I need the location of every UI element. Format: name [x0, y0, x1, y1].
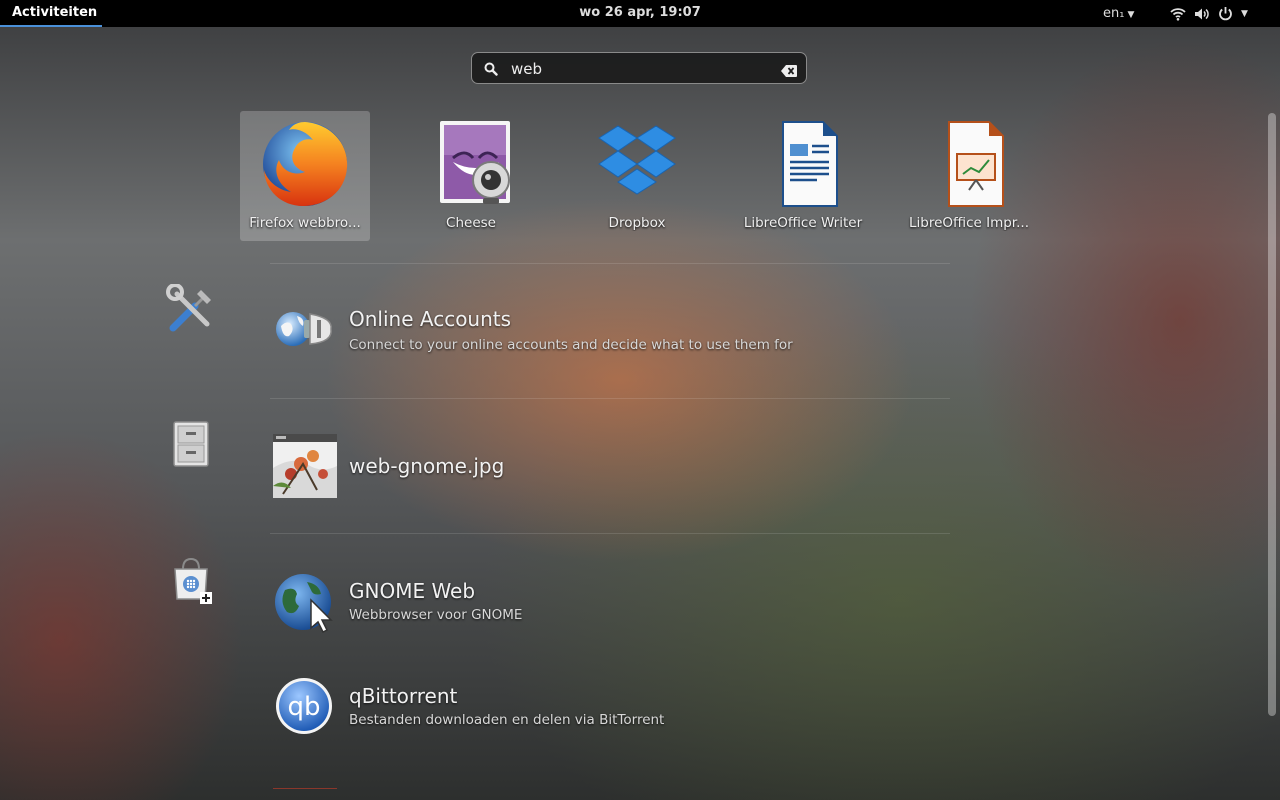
- libreoffice-writer-icon: [757, 118, 849, 210]
- clear-icon[interactable]: [781, 62, 797, 81]
- result-title: Online Accounts: [349, 307, 512, 331]
- volume-icon: [1194, 7, 1210, 21]
- app-label: LibreOffice Writer: [743, 215, 863, 231]
- divider: [270, 398, 950, 399]
- files-provider[interactable]: [165, 420, 217, 476]
- app-libreoffice-impress[interactable]: LibreOffice Impr...: [904, 111, 1034, 241]
- software-store-icon: [165, 557, 217, 611]
- system-menu-button[interactable]: ▼: [1170, 0, 1248, 27]
- svg-text:qb: qb: [287, 692, 320, 722]
- firefox-icon: [259, 118, 351, 210]
- top-bar: Activiteiten wo 26 apr, 19:07 en₁ ▼ ▼: [0, 0, 1280, 27]
- system-menu-arrow-icon: ▼: [1241, 8, 1248, 19]
- result-title: GNOME Web: [349, 579, 476, 603]
- app-dropbox[interactable]: Dropbox: [572, 111, 702, 241]
- activities-button[interactable]: Activiteiten: [0, 0, 109, 27]
- activities-indicator: [0, 25, 102, 27]
- power-icon: [1218, 6, 1233, 21]
- keyboard-layout-indicator[interactable]: en₁ ▼: [1103, 0, 1134, 29]
- divider: [270, 263, 950, 264]
- app-label: Cheese: [446, 215, 496, 231]
- image-thumbnail-icon: [273, 434, 337, 498]
- divider: [273, 788, 337, 789]
- result-description: Bestanden downloaden en delen via BitTor…: [349, 712, 665, 728]
- scrollbar[interactable]: [1268, 113, 1276, 716]
- result-gnome-web[interactable]: GNOME Web Webbrowser voor GNOME: [270, 572, 830, 642]
- result-web-gnome-jpg[interactable]: web-gnome.jpg: [270, 434, 830, 504]
- clock: wo 26 apr, 19:07: [0, 0, 1280, 26]
- clock-button[interactable]: wo 26 apr, 19:07: [579, 5, 701, 20]
- files-cabinet-icon: [165, 421, 217, 476]
- search-icon: [484, 61, 498, 80]
- app-cheese[interactable]: Cheese: [406, 111, 536, 241]
- result-online-accounts[interactable]: Online Accounts Connect to your online a…: [270, 302, 830, 372]
- wifi-icon: [1170, 7, 1186, 21]
- app-libreoffice-writer[interactable]: LibreOffice Writer: [738, 111, 868, 241]
- settings-provider[interactable]: [165, 283, 217, 340]
- result-description: Webbrowser voor GNOME: [349, 607, 523, 623]
- app-label: Dropbox: [608, 215, 666, 231]
- cheese-icon: [425, 118, 517, 210]
- app-label: LibreOffice Impr...: [909, 215, 1029, 231]
- keyboard-layout-label: en₁: [1103, 6, 1125, 21]
- app-results-grid: Firefox webbro... Cheese Dropbox LibreOf…: [240, 111, 1040, 241]
- libreoffice-impress-icon: [923, 118, 1015, 210]
- dropbox-icon: [591, 118, 683, 210]
- app-label: Firefox webbro...: [249, 215, 361, 231]
- gnome-web-icon: [273, 572, 337, 636]
- divider: [270, 533, 950, 534]
- result-description: Connect to your online accounts and deci…: [349, 337, 793, 353]
- qbittorrent-icon: qb: [273, 677, 337, 741]
- activities-label: Activiteiten: [12, 5, 98, 20]
- online-accounts-icon: [273, 302, 337, 366]
- result-title: qBittorrent: [349, 684, 458, 708]
- result-qbittorrent[interactable]: qb qBittorrent Bestanden downloaden en d…: [270, 677, 830, 747]
- search-input[interactable]: [511, 59, 761, 79]
- search-entry[interactable]: [471, 52, 807, 84]
- software-provider[interactable]: [165, 555, 217, 611]
- settings-tools-icon: [165, 283, 217, 340]
- app-firefox[interactable]: Firefox webbro...: [240, 111, 370, 241]
- chevron-down-icon: ▼: [1127, 10, 1135, 20]
- result-title: web-gnome.jpg: [349, 454, 505, 478]
